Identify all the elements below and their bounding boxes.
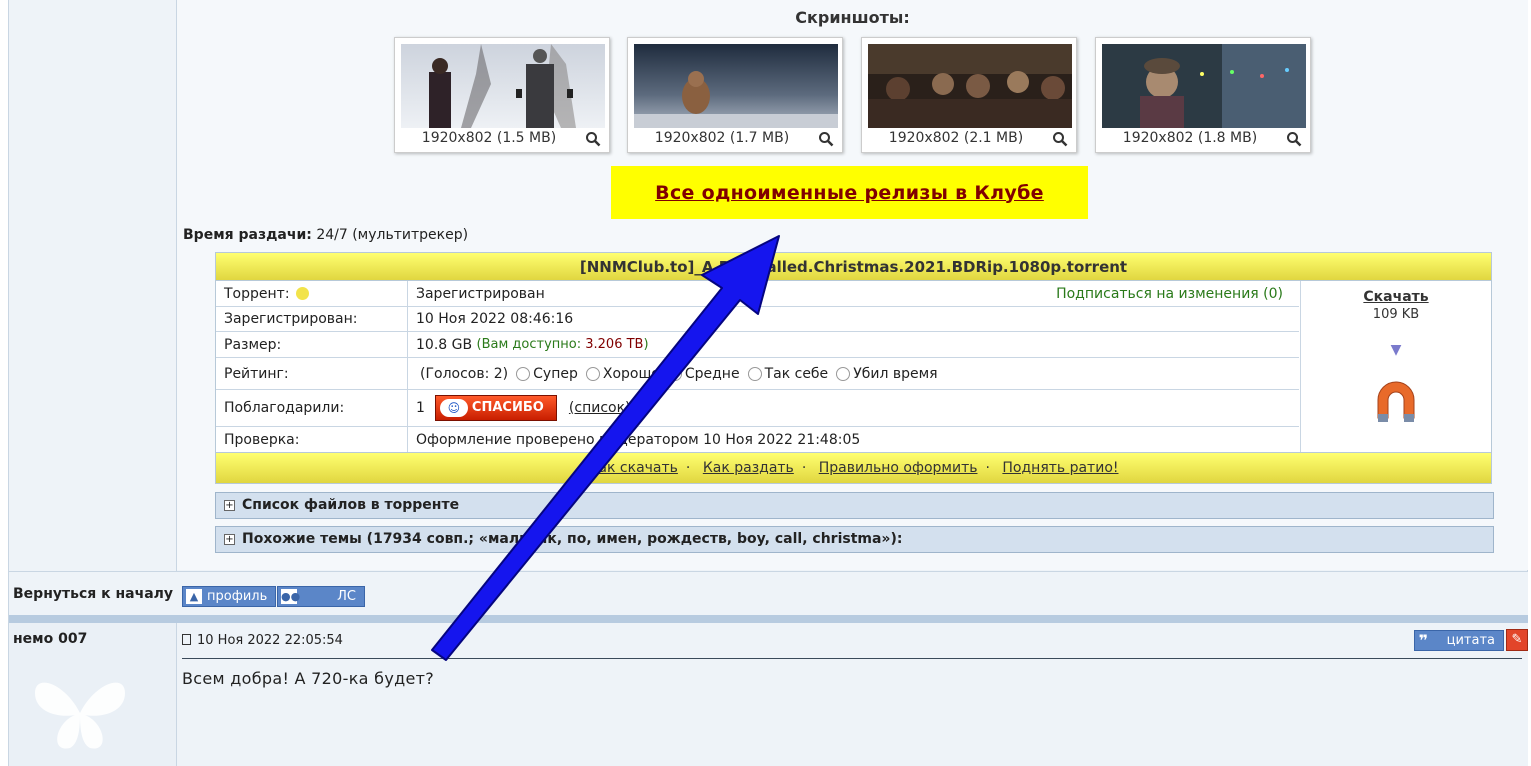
rating-radio-average[interactable] <box>667 366 682 381</box>
screenshot-thumb-1[interactable]: 1920x802 (1.5 MB) <box>394 37 610 153</box>
quote-icon: ❞ <box>1418 631 1428 650</box>
back-to-top-link[interactable]: Вернуться к началу <box>13 586 173 602</box>
magnet-icon[interactable] <box>1368 374 1424 430</box>
how-to-seed-link[interactable]: Как раздать <box>703 460 794 476</box>
raise-ratio-link[interactable]: Поднять ратио! <box>1002 460 1118 476</box>
available-value: 3.206 TB <box>585 337 644 352</box>
help-links-bar: Как скачать · Как раздать · Правильно офор… <box>216 452 1491 483</box>
thanks-list-link[interactable]: (список) <box>569 400 631 416</box>
download-link[interactable]: Скачать <box>1301 289 1491 305</box>
magnify-icon[interactable] <box>818 131 834 147</box>
all-releases-banner: Все одноименные релизы в Клубе <box>611 166 1088 219</box>
formatting-rules-link[interactable]: Правильно оформить <box>819 460 978 476</box>
row-check: Проверка: Оформление проверено модератор… <box>216 427 1299 453</box>
check-value: Оформление проверено модератором 10 Ноя … <box>416 432 861 448</box>
registered-value: 10 Ноя 2022 08:46:16 <box>416 311 574 327</box>
row-size: Размер: 10.8 GB (Вам доступно: 3.206 TB) <box>216 332 1299 358</box>
magnify-icon[interactable] <box>1286 131 1302 147</box>
post-separator <box>9 615 1528 623</box>
row-thanks: Поблагодарили: 1 ☺ СПАСИБО (список) <box>216 390 1299 427</box>
profile-button[interactable]: ▲ профиль <box>182 586 277 607</box>
screenshot-thumb-3[interactable]: 1920x802 (2.1 MB) <box>861 37 1077 153</box>
post-text: Всем добра! А 720-ка будет? <box>182 669 435 688</box>
screenshot-image[interactable] <box>401 44 605 128</box>
post-footer-row: Вернуться к началу ▲ профиль ●● ЛС <box>9 571 1528 615</box>
edit-icon[interactable]: ✎ <box>1506 629 1528 651</box>
screenshot-image[interactable] <box>634 44 838 128</box>
next-post-author-column: немо 007 <box>9 623 177 766</box>
check-label: Проверка: <box>216 427 408 453</box>
how-to-download-link[interactable]: Как скачать <box>588 460 677 476</box>
post-author[interactable]: немо 007 <box>13 631 87 647</box>
votes-count: (Голосов: 2) <box>420 365 509 382</box>
rating-radio-good[interactable] <box>585 366 600 381</box>
screenshot-caption: 1920x802 (2.1 MB) <box>888 130 1024 146</box>
seed-time-value: 24/7 (мультитрекер) <box>311 227 469 243</box>
torrent-info-table: [NNMClub.to]_A Boy Called.Christmas.2021… <box>215 252 1492 484</box>
next-post-body: 10 Ноя 2022 22:05:54 ❞ цитата ✎ Всем добр… <box>178 623 1528 766</box>
row-registered: Зарегистрирован: 10 Ноя 2022 08:46:16 <box>216 307 1299 332</box>
pm-button[interactable]: ●● ЛС <box>277 586 365 607</box>
rating-option-label: Так себе <box>764 365 829 382</box>
triangle-down-icon: ▼ <box>1390 342 1402 358</box>
torrent-label: Торрент: <box>224 285 290 302</box>
screenshot-caption: 1920x802 (1.7 MB) <box>654 130 790 146</box>
screenshot-thumb-2[interactable]: 1920x802 (1.7 MB) <box>627 37 843 153</box>
status-dot-icon <box>295 287 309 300</box>
torrent-filename: [NNMClub.to]_A Boy Called.Christmas.2021… <box>216 253 1491 281</box>
users-icon: ●● <box>281 589 301 604</box>
magnify-icon[interactable] <box>1052 131 1068 147</box>
seed-time-label: Время раздачи: <box>183 227 312 243</box>
size-label: Размер: <box>216 332 408 357</box>
torrent-status: Зарегистрирован <box>416 285 545 302</box>
screenshot-image[interactable] <box>1102 44 1306 128</box>
available-info: (Вам доступно: 3.206 TB) <box>476 337 649 352</box>
seed-time: Время раздачи: 24/7 (мультитрекер) <box>183 227 468 243</box>
avatar <box>35 682 125 749</box>
user-icon: ▲ <box>186 589 202 604</box>
download-cell: Скачать 109 KB ▼ <box>1300 281 1491 453</box>
post-divider <box>182 658 1522 659</box>
thanks-count: 1 <box>416 400 425 416</box>
screenshot-caption: 1920x802 (1.8 MB) <box>1122 130 1258 146</box>
post-body: Скриншоты: 1920x802 (1.5 MB) 1920x802 (1… <box>177 0 1528 570</box>
rating-option-label: Убил время <box>853 365 938 382</box>
thumbs-up-icon: ☺ <box>439 399 468 417</box>
row-rating: Рейтинг: (Голосов: 2) Супер Хорошо Средн… <box>216 358 1299 390</box>
thanks-button[interactable]: ☺ СПАСИБО <box>434 395 557 421</box>
screenshot-caption: 1920x802 (1.5 MB) <box>421 130 557 146</box>
screenshot-thumb-4[interactable]: 1920x802 (1.8 MB) <box>1095 37 1311 153</box>
page: Скриншоты: 1920x802 (1.5 MB) 1920x802 (1… <box>8 0 1528 766</box>
rating-radio-waste[interactable] <box>836 366 851 381</box>
subscribe-link[interactable]: Подписаться на изменения (0) <box>1056 286 1283 302</box>
magnify-icon[interactable] <box>585 131 601 147</box>
screenshots-title: Скриншоты: <box>795 8 910 27</box>
size-value: 10.8 GB <box>416 336 473 353</box>
rating-label: Рейтинг: <box>216 358 408 389</box>
screenshot-image[interactable] <box>868 44 1072 128</box>
registered-label: Зарегистрирован: <box>216 307 408 331</box>
rating-radio-so-so[interactable] <box>747 366 762 381</box>
file-list-spoiler[interactable]: + Список файлов в торренте <box>215 492 1494 519</box>
thanks-label: Поблагодарили: <box>216 390 408 426</box>
download-size: 109 KB <box>1372 307 1420 322</box>
rating-radio-super[interactable] <box>516 366 531 381</box>
expand-plus-icon[interactable]: + <box>224 534 235 545</box>
quote-button[interactable]: ❞ цитата <box>1413 630 1504 651</box>
post-date: 10 Ноя 2022 22:05:54 <box>182 633 343 648</box>
document-icon <box>182 634 191 645</box>
all-releases-link[interactable]: Все одноименные релизы в Клубе <box>655 182 1044 204</box>
row-torrent: Торрент: Зарегистрирован Подписаться на … <box>216 281 1299 307</box>
expand-plus-icon[interactable]: + <box>224 500 235 511</box>
rating-option-label: Хорошо <box>602 365 660 382</box>
rating-option-label: Супер <box>533 365 578 382</box>
similar-topics-spoiler[interactable]: + Похожие темы (17934 совп.; «мальчик, по… <box>215 526 1494 553</box>
rating-option-label: Средне <box>684 365 740 382</box>
